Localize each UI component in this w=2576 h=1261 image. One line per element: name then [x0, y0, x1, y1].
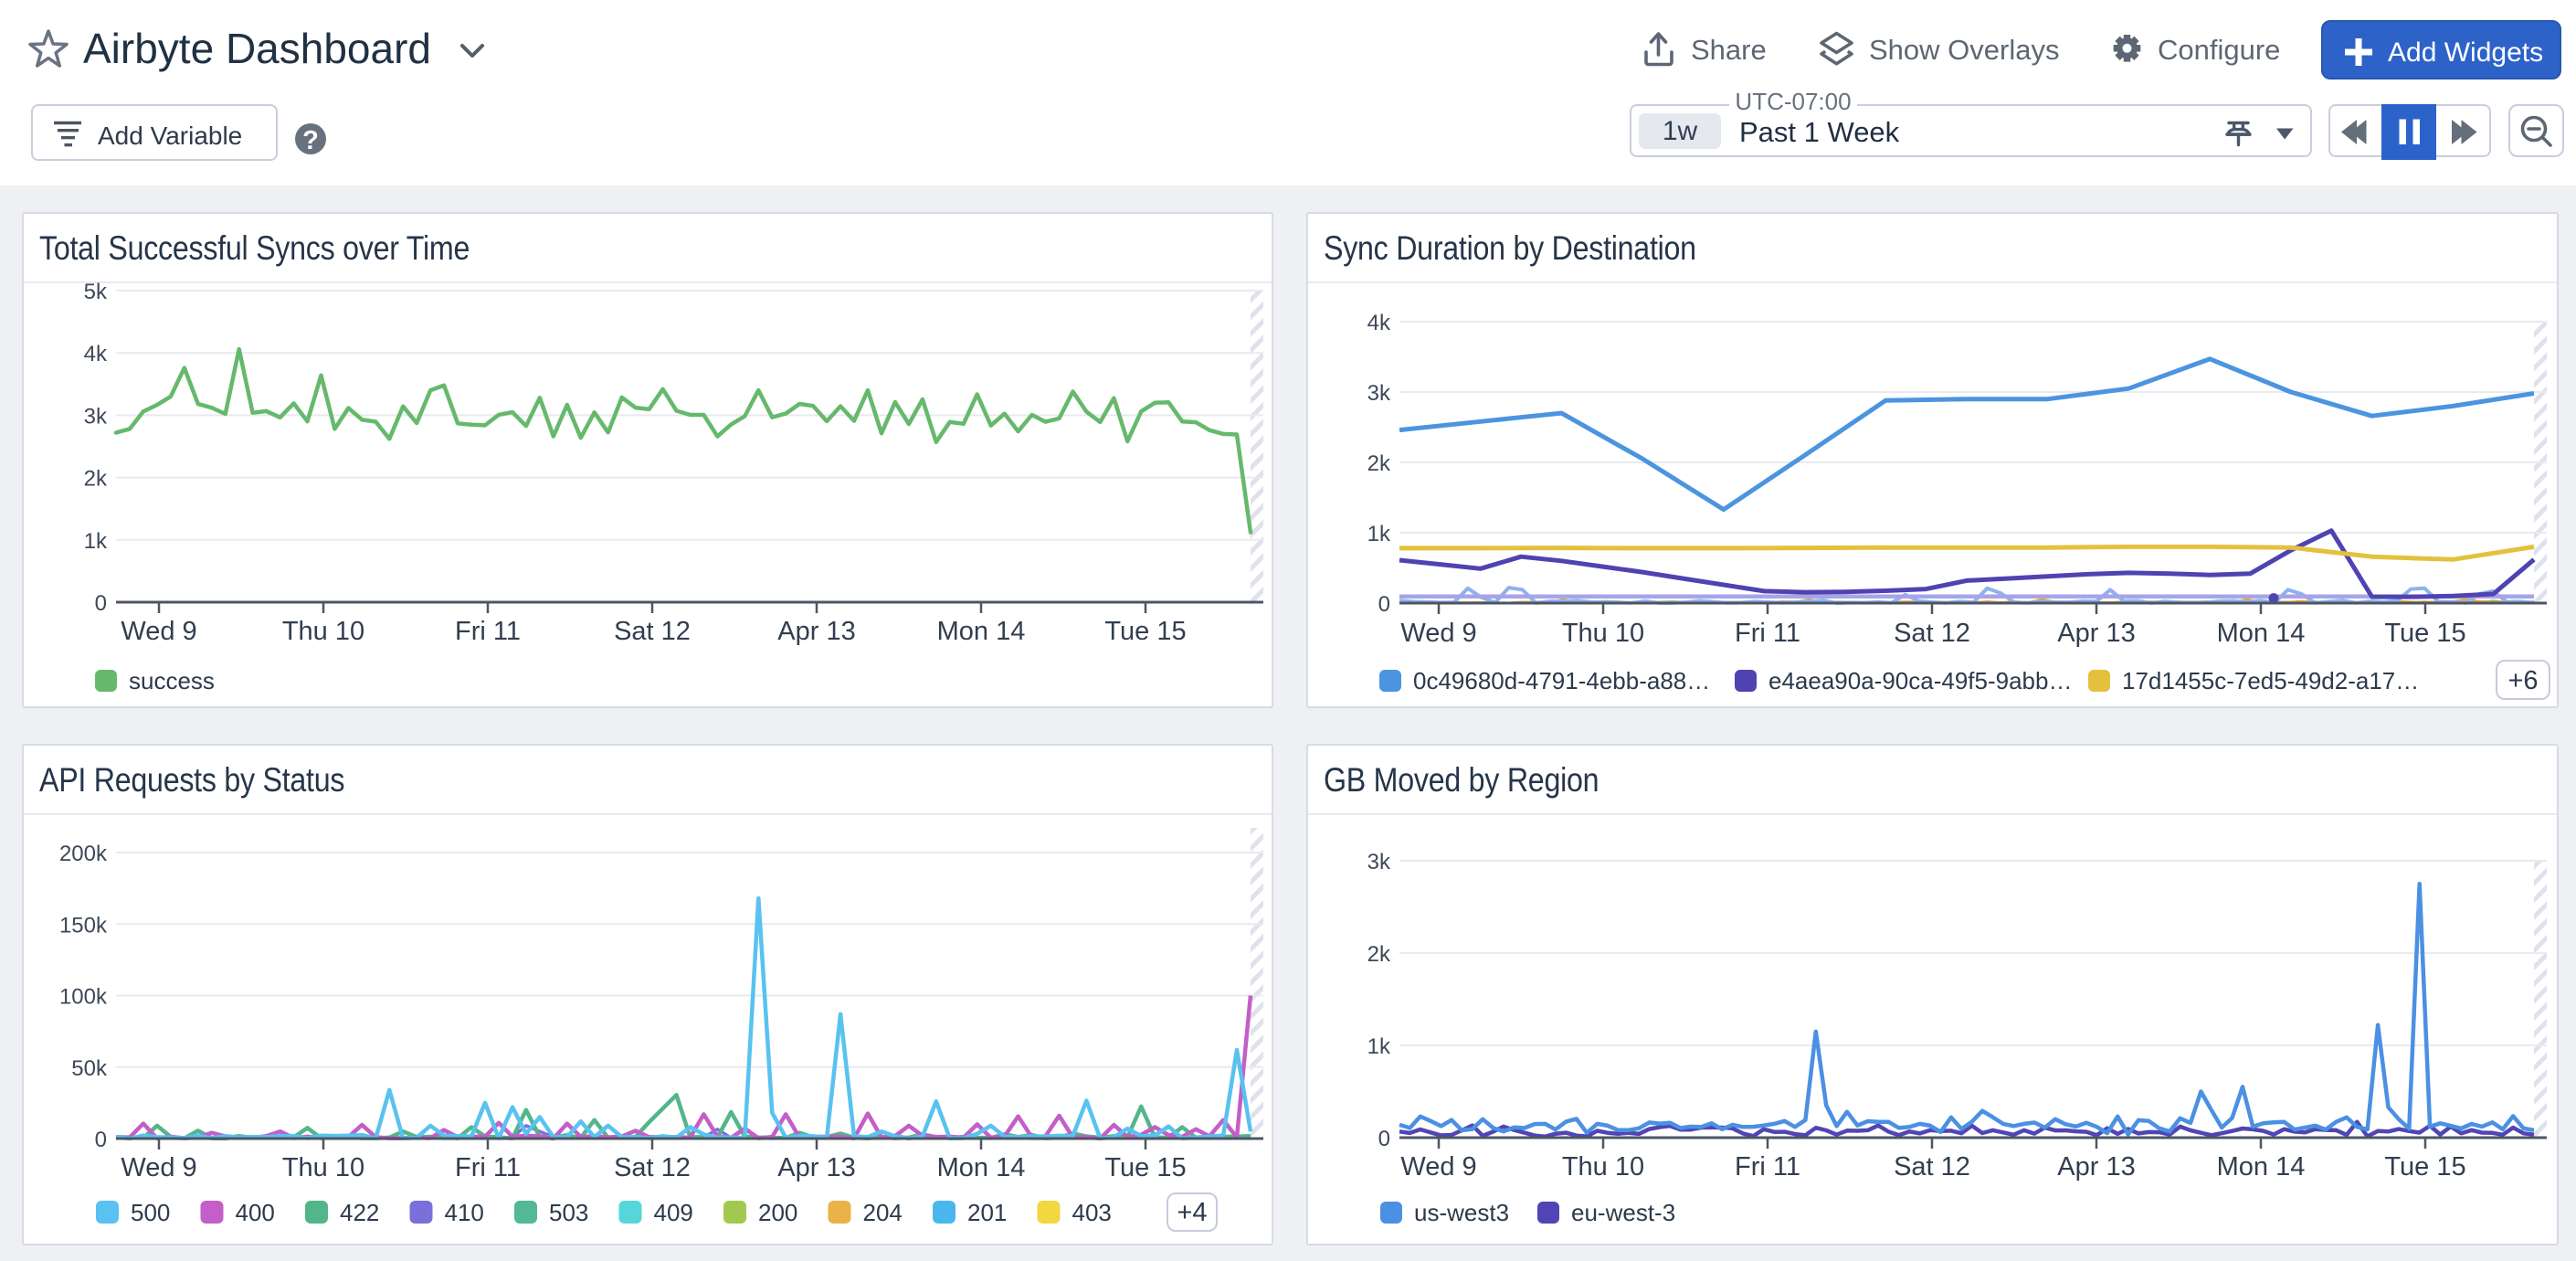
svg-text:us-west3: us-west3	[1414, 1199, 1509, 1226]
svg-text:Apr 13: Apr 13	[2057, 619, 2135, 648]
svg-text:3k: 3k	[1367, 381, 1391, 406]
svg-text:Sat 12: Sat 12	[614, 617, 691, 646]
svg-text:Fri 11: Fri 11	[1735, 1152, 1800, 1182]
svg-text:150k: 150k	[59, 913, 108, 938]
svg-text:1k: 1k	[84, 529, 108, 554]
svg-text:422: 422	[340, 1199, 379, 1226]
svg-text:Sat 12: Sat 12	[1894, 1152, 1970, 1182]
svg-text:50k: 50k	[71, 1056, 108, 1081]
svg-text:success: success	[129, 667, 215, 694]
svg-text:Fri 11: Fri 11	[1735, 619, 1800, 648]
svg-text:410: 410	[445, 1199, 484, 1226]
svg-text:0: 0	[1378, 1127, 1390, 1151]
svg-text:100k: 100k	[59, 985, 108, 1010]
svg-text:Mon 14: Mon 14	[2217, 619, 2306, 648]
svg-text:1k: 1k	[1367, 1034, 1391, 1059]
svg-text:Thu 10: Thu 10	[1562, 1152, 1644, 1182]
svg-text:eu-west-3: eu-west-3	[1571, 1199, 1675, 1226]
svg-text:Thu 10: Thu 10	[1562, 619, 1644, 648]
svg-text:Wed 9: Wed 9	[121, 617, 196, 646]
svg-text:0: 0	[1378, 592, 1390, 617]
svg-text:Tue 15: Tue 15	[1104, 617, 1186, 646]
svg-text:Tue 15: Tue 15	[2384, 619, 2465, 648]
svg-text:4k: 4k	[1367, 311, 1391, 335]
svg-text:1k: 1k	[1367, 522, 1391, 546]
svg-text:3k: 3k	[84, 404, 108, 429]
svg-text:Wed 9: Wed 9	[121, 1153, 196, 1182]
svg-text:0: 0	[95, 1128, 107, 1152]
svg-text:200: 200	[758, 1199, 797, 1226]
svg-text:0c49680d-4791-4ebb-a88…: 0c49680d-4791-4ebb-a88…	[1413, 667, 1710, 694]
svg-text:5k: 5k	[84, 280, 108, 304]
svg-text:Fri 11: Fri 11	[455, 1153, 521, 1182]
svg-text:Mon 14: Mon 14	[937, 1153, 1026, 1182]
svg-text:Apr 13: Apr 13	[777, 1153, 855, 1182]
svg-text:Mon 14: Mon 14	[2217, 1152, 2306, 1182]
svg-text:Mon 14: Mon 14	[937, 617, 1026, 646]
svg-text:400: 400	[236, 1199, 275, 1226]
svg-text:Thu 10: Thu 10	[282, 617, 364, 646]
svg-text:Tue 15: Tue 15	[1104, 1153, 1186, 1182]
svg-text:Thu 10: Thu 10	[282, 1153, 364, 1182]
svg-text:500: 500	[131, 1199, 170, 1226]
svg-text:2k: 2k	[1367, 942, 1391, 967]
svg-text:Apr 13: Apr 13	[2057, 1152, 2135, 1182]
svg-text:Wed 9: Wed 9	[1400, 1152, 1476, 1182]
svg-text:Sat 12: Sat 12	[614, 1153, 691, 1182]
svg-text:403: 403	[1072, 1199, 1112, 1226]
svg-text:204: 204	[863, 1199, 903, 1226]
svg-text:3k: 3k	[1367, 850, 1391, 874]
svg-text:17d1455c-7ed5-49d2-a17…: 17d1455c-7ed5-49d2-a17…	[2122, 667, 2419, 694]
svg-text:e4aea90a-90ca-49f5-9abb…: e4aea90a-90ca-49f5-9abb…	[1768, 667, 2072, 694]
svg-text:201: 201	[967, 1199, 1007, 1226]
svg-text:503: 503	[549, 1199, 588, 1226]
svg-text:409: 409	[654, 1199, 693, 1226]
svg-text:Sat 12: Sat 12	[1894, 619, 1970, 648]
svg-text:Tue 15: Tue 15	[2384, 1152, 2465, 1182]
svg-text:4k: 4k	[84, 342, 108, 366]
svg-text:Apr 13: Apr 13	[777, 617, 855, 646]
svg-text:Fri 11: Fri 11	[455, 617, 521, 646]
svg-text:2k: 2k	[1367, 451, 1391, 476]
svg-text:0: 0	[95, 591, 107, 616]
svg-text:2k: 2k	[84, 467, 108, 492]
svg-text:Wed 9: Wed 9	[1400, 619, 1476, 648]
svg-text:200k: 200k	[59, 842, 108, 866]
